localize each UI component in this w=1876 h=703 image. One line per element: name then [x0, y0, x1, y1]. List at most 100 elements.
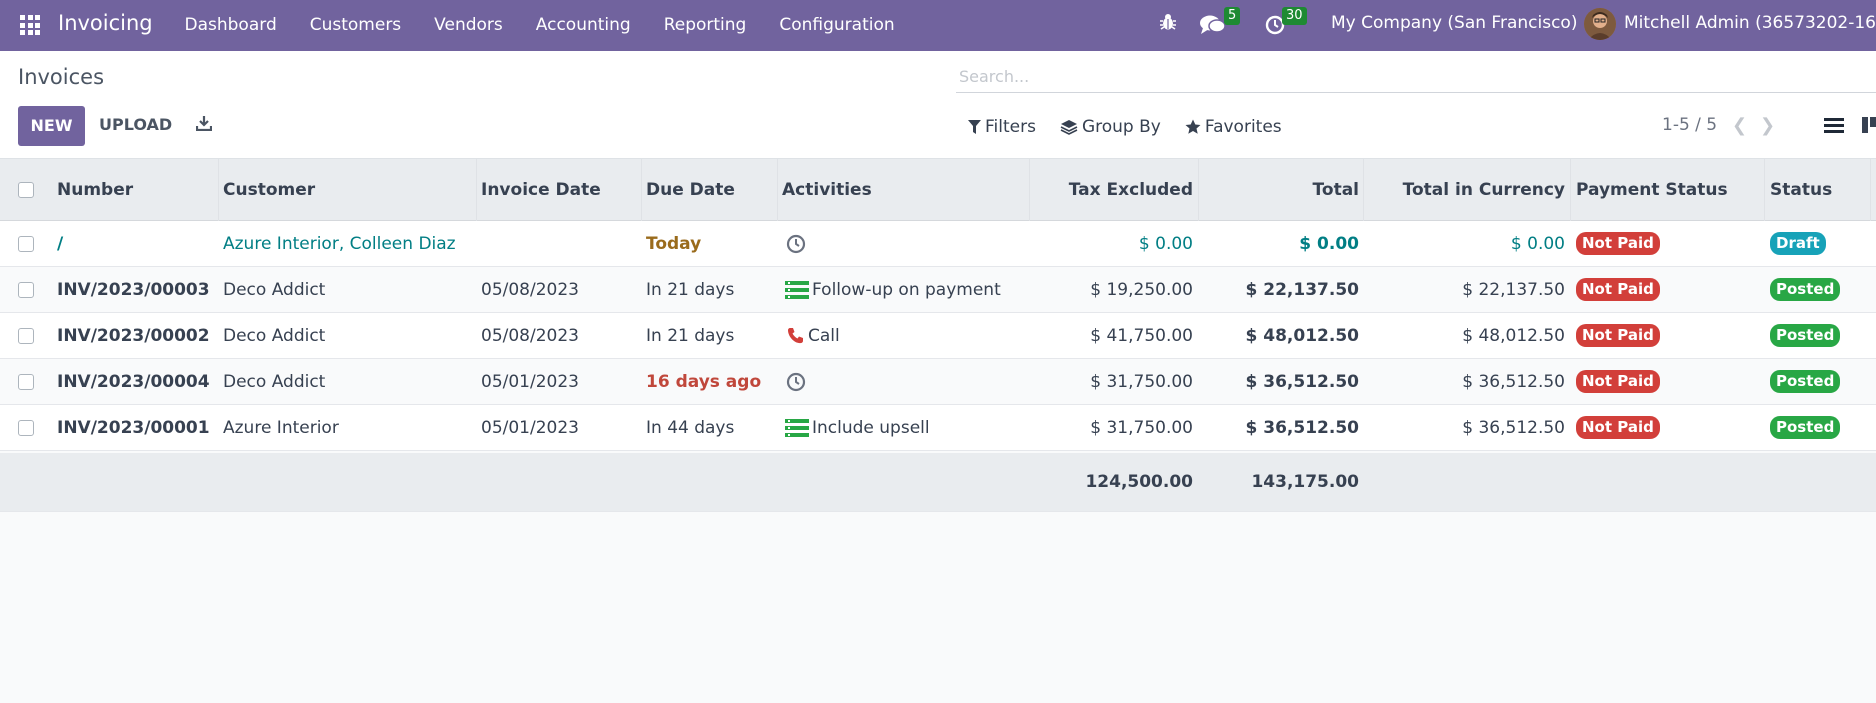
clock-icon — [786, 234, 806, 253]
customer-name[interactable]: Deco Addict — [223, 359, 325, 404]
total-currency-value: $ 36,512.50 — [1462, 417, 1565, 438]
column-invoice-date[interactable]: Invoice Date — [481, 159, 601, 220]
column-total[interactable]: Total — [1203, 159, 1359, 220]
column-number[interactable]: Number — [57, 159, 133, 220]
tax-excluded-value: $ 41,750.00 — [1090, 325, 1193, 346]
tax-excluded-value: $ 0.00 — [1138, 233, 1193, 254]
total-currency-value: $ 48,012.50 — [1462, 325, 1565, 346]
upload-button[interactable]: UPLOAD — [99, 115, 172, 134]
total-value: $ 22,137.50 — [1245, 279, 1359, 300]
list-view-button[interactable] — [1814, 106, 1854, 146]
invoice-date: 05/01/2023 — [481, 417, 579, 438]
kanban-view-button[interactable] — [1862, 117, 1876, 137]
activity-widget[interactable]: Include upsell — [785, 405, 930, 450]
favorites-toggle[interactable]: Favorites — [1185, 117, 1282, 137]
pager-previous-icon[interactable]: ❮ — [1732, 115, 1747, 136]
total-value: $ 36,512.50 — [1245, 371, 1359, 392]
debug-button[interactable] — [1157, 0, 1179, 51]
activity-summary: Include upsell — [812, 417, 930, 438]
star-icon — [1185, 119, 1201, 134]
menu-item-dashboard[interactable]: Dashboard — [168, 0, 293, 51]
activity-summary: Call — [808, 325, 840, 346]
activities-button[interactable]: 30 — [1264, 0, 1314, 51]
status-badge: Draft — [1770, 221, 1826, 266]
activities-count-badge: 30 — [1282, 7, 1307, 25]
select-all-checkbox[interactable] — [18, 159, 34, 220]
table-row[interactable]: INV/2023/00003 Deco Addict 05/08/2023 In… — [0, 267, 1876, 313]
row-checkbox[interactable] — [18, 267, 34, 312]
status-badge: Posted — [1770, 267, 1841, 312]
list-icon — [785, 280, 809, 299]
invoice-date: 05/08/2023 — [481, 325, 579, 346]
menu-item-accounting[interactable]: Accounting — [519, 0, 647, 51]
column-customer[interactable]: Customer — [223, 159, 315, 220]
download-icon[interactable] — [195, 115, 213, 135]
payment-status-badge: Not Paid — [1576, 359, 1660, 404]
row-checkbox[interactable] — [18, 359, 34, 404]
app-name[interactable]: Invoicing — [58, 11, 153, 35]
row-checkbox[interactable] — [18, 313, 34, 358]
customer-name[interactable]: Azure Interior, Colleen Diaz — [223, 221, 456, 266]
column-payment-status[interactable]: Payment Status — [1576, 159, 1728, 220]
tax-excluded-value: $ 19,250.00 — [1090, 279, 1193, 300]
kanban-view-icon — [1862, 117, 1876, 133]
column-status[interactable]: Status — [1770, 159, 1832, 220]
menu-item-customers[interactable]: Customers — [293, 0, 417, 51]
invoice-number[interactable]: / — [57, 221, 63, 266]
app-menu-icon[interactable] — [20, 15, 40, 35]
payment-status-badge: Not Paid — [1576, 313, 1660, 358]
status-label: Posted — [1770, 416, 1841, 439]
total-sum: 143,175.00 — [1251, 472, 1359, 492]
main-menu: Dashboard Customers Vendors Accounting R… — [168, 0, 911, 51]
invoice-number[interactable]: INV/2023/00004 — [57, 359, 210, 404]
invoice-number[interactable]: INV/2023/00002 — [57, 313, 210, 358]
status-badge: Posted — [1770, 359, 1841, 404]
invoice-number[interactable]: INV/2023/00001 — [57, 405, 210, 450]
menu-item-configuration[interactable]: Configuration — [763, 0, 911, 51]
menu-item-reporting[interactable]: Reporting — [647, 0, 763, 51]
pager-value[interactable]: 1-5 / 5 — [1662, 115, 1717, 135]
new-button[interactable]: NEW — [18, 106, 85, 146]
clock-icon — [786, 372, 806, 391]
activity-summary: Follow-up on payment — [812, 279, 1001, 300]
status-label: Draft — [1770, 232, 1826, 255]
activity-widget[interactable]: Call — [787, 313, 840, 358]
search-input[interactable]: Search... — [956, 57, 1876, 93]
column-tax-excluded[interactable]: Tax Excluded — [1034, 159, 1193, 220]
table-row[interactable]: INV/2023/00002 Deco Addict 05/08/2023 In… — [0, 313, 1876, 359]
due-date: Today — [646, 233, 702, 254]
row-checkbox[interactable] — [18, 405, 34, 450]
activity-widget[interactable] — [786, 359, 809, 404]
due-date: 16 days ago — [646, 371, 762, 392]
column-total-in-currency[interactable]: Total in Currency — [1368, 159, 1565, 220]
filters-toggle[interactable]: Filters — [968, 117, 1036, 137]
table-header: Number Customer Invoice Date Due Date Ac… — [0, 159, 1876, 221]
activity-widget[interactable]: Follow-up on payment — [785, 267, 1001, 312]
total-value: $ 36,512.50 — [1245, 417, 1359, 438]
status-label: Posted — [1770, 370, 1841, 393]
column-due-date[interactable]: Due Date — [646, 159, 735, 220]
pager-next-icon[interactable]: ❯ — [1760, 115, 1775, 136]
due-date: In 44 days — [646, 417, 735, 438]
row-checkbox[interactable] — [18, 221, 34, 266]
customer-name[interactable]: Deco Addict — [223, 313, 325, 358]
column-activities[interactable]: Activities — [782, 159, 872, 220]
messages-button[interactable]: 5 — [1200, 0, 1241, 51]
user-avatar[interactable] — [1584, 8, 1616, 40]
customer-name[interactable]: Deco Addict — [223, 267, 325, 312]
user-menu[interactable]: Mitchell Admin (36573202-16-0 — [1624, 13, 1876, 33]
invoice-number[interactable]: INV/2023/00003 — [57, 267, 210, 312]
company-switcher[interactable]: My Company (San Francisco) — [1331, 13, 1577, 33]
table-row[interactable]: INV/2023/00004 Deco Addict 05/01/2023 16… — [0, 359, 1876, 405]
table-row[interactable]: INV/2023/00001 Azure Interior 05/01/2023… — [0, 405, 1876, 451]
activity-widget[interactable] — [786, 221, 809, 266]
total-currency-value: $ 22,137.50 — [1462, 279, 1565, 300]
payment-status-label: Not Paid — [1576, 232, 1660, 255]
table-row[interactable]: / Azure Interior, Colleen Diaz Today $ 0… — [0, 221, 1876, 267]
group-by-label: Group By — [1081, 117, 1161, 137]
group-by-toggle[interactable]: Group By — [1060, 117, 1161, 137]
customer-name[interactable]: Azure Interior — [223, 405, 339, 450]
tax-excluded-value: $ 31,750.00 — [1090, 371, 1193, 392]
filters-label: Filters — [985, 117, 1036, 137]
menu-item-vendors[interactable]: Vendors — [418, 0, 520, 51]
